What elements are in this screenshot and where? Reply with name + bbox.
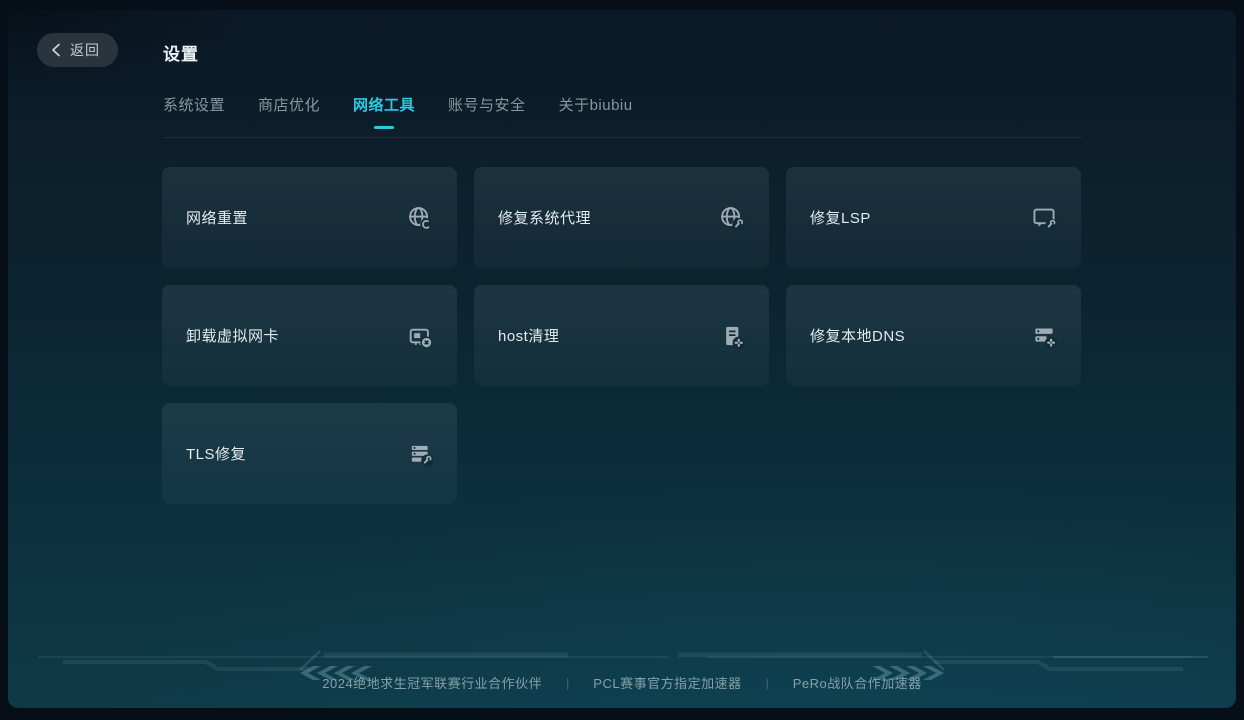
footer-partner-text-3: PeRo战队合作加速器 (793, 673, 922, 692)
tabs-divider (163, 137, 1082, 138)
tab-label: 账号与安全 (448, 97, 526, 114)
tab-label: 网络工具 (353, 97, 415, 114)
tab-4[interactable]: 账号与安全 (448, 94, 526, 115)
tab-label: 系统设置 (163, 97, 225, 114)
tool-card-7[interactable]: TLS修复 (162, 403, 457, 504)
settings-tabs: 系统设置 商店优化 网络工具 账号与安全 关于biubiu (163, 94, 633, 115)
tab-2[interactable]: 商店优化 (258, 94, 320, 115)
tool-card-label: host清理 (498, 325, 559, 346)
footer: 2024绝地求生冠军联赛行业合作伙伴 | PCL赛事官方指定加速器 | PeRo战队合作… (8, 636, 1236, 708)
network-tools-grid: 网络重置 修复系统代理 修复LSP 卸载虚拟网卡 host清理 修复本地DNS … (162, 167, 1081, 504)
back-button-label: 返回 (70, 40, 100, 60)
tab-3[interactable]: 网络工具 (353, 94, 415, 115)
page-title: 设置 (163, 40, 199, 65)
tool-card-6[interactable]: 修复本地DNS (786, 285, 1081, 386)
tool-card-1[interactable]: 网络重置 (162, 167, 457, 268)
tool-card-4[interactable]: 卸载虚拟网卡 (162, 285, 457, 386)
tool-card-label: TLS修复 (186, 443, 246, 464)
tool-card-label: 卸载虚拟网卡 (186, 325, 279, 346)
tool-card-2[interactable]: 修复系统代理 (474, 167, 769, 268)
chevron-left-icon (50, 43, 62, 57)
globe-reset-icon (406, 204, 434, 232)
tab-5[interactable]: 关于biubiu (559, 94, 633, 115)
server-clean-icon (1030, 322, 1058, 350)
tool-card-label: 修复LSP (810, 207, 871, 228)
tool-card-5[interactable]: host清理 (474, 285, 769, 386)
server-wrench-icon (406, 440, 434, 468)
footer-separator: | (766, 676, 769, 690)
network-adapter-remove-icon (406, 322, 434, 350)
tab-label: 商店优化 (258, 97, 320, 114)
active-tab-underline (374, 126, 394, 129)
footer-partner-text-2: PCL赛事官方指定加速器 (593, 673, 741, 692)
tool-card-label: 修复本地DNS (810, 325, 905, 346)
tool-card-label: 网络重置 (186, 207, 248, 228)
globe-wrench-icon (718, 204, 746, 232)
tool-card-label: 修复系统代理 (498, 207, 591, 228)
monitor-wrench-icon (1030, 204, 1058, 232)
tab-label: 关于biubiu (559, 97, 633, 114)
back-button[interactable]: 返回 (37, 33, 118, 67)
footer-partners: 2024绝地求生冠军联赛行业合作伙伴 | PCL赛事官方指定加速器 | PeRo战队合作… (8, 673, 1236, 692)
footer-partner-text-1: 2024绝地求生冠军联赛行业合作伙伴 (322, 673, 542, 692)
tool-card-3[interactable]: 修复LSP (786, 167, 1081, 268)
document-clean-icon (718, 322, 746, 350)
tab-1[interactable]: 系统设置 (163, 94, 225, 115)
footer-separator: | (566, 676, 569, 690)
settings-panel: 返回 设置 系统设置 商店优化 网络工具 账号与安全 关于biubiu 网络重置… (8, 10, 1236, 708)
